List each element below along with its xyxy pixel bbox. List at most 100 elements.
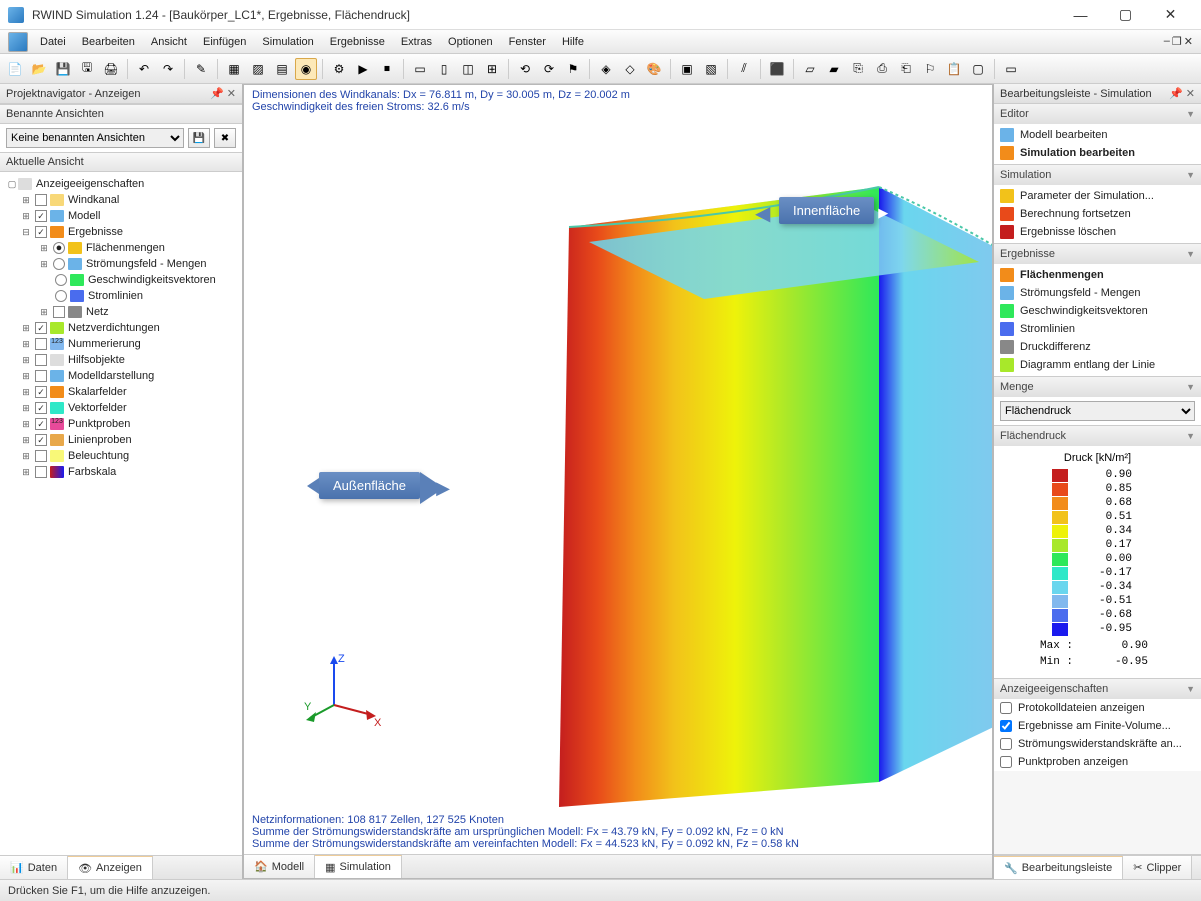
slash-icon[interactable]: ⫽ [733,58,755,80]
vp-tab-modell[interactable]: 🏠Modell [244,855,315,878]
tree-skalar[interactable]: Skalarfelder [68,386,127,398]
vp-tab-simulation[interactable]: ▦Simulation [315,855,402,878]
view-save-icon[interactable]: 💾 [188,128,210,148]
disp-punkt[interactable]: Punktproben anzeigen [994,753,1201,771]
right-pin-icon[interactable]: 📌 ✕ [1169,87,1195,100]
tree-ergebnisse[interactable]: Ergebnisse [68,226,123,238]
menu-simulation[interactable]: Simulation [254,33,321,51]
cube2-icon[interactable]: ◇ [619,58,641,80]
tree-modelld[interactable]: Modelldarstellung [68,370,154,382]
sim-param[interactable]: Parameter der Simulation... [994,187,1201,205]
minimize-button[interactable]: — [1058,0,1103,30]
tree-beleucht[interactable]: Beleuchtung [68,450,129,462]
close-button[interactable]: ✕ [1148,0,1193,30]
tree-netzv[interactable]: Netzverdichtungen [68,322,160,334]
mdi-close-icon[interactable]: ✕ [1184,35,1193,48]
disp-wider[interactable]: Strömungswiderstandskräfte an... [994,735,1201,753]
app-menu-icon[interactable] [8,32,28,52]
view1-icon[interactable]: ▭ [409,58,431,80]
erg-strom[interactable]: Stromlinien [994,320,1201,338]
open-icon[interactable]: 📂 [28,58,50,80]
gear-icon[interactable]: ⚙ [328,58,350,80]
copy2-icon[interactable]: ⎙ [871,58,893,80]
editor-sim[interactable]: Simulation bearbeiten [994,144,1201,162]
view4-icon[interactable]: ⊞ [481,58,503,80]
grid2-icon[interactable]: ▨ [247,58,269,80]
cube1-icon[interactable]: ◈ [595,58,617,80]
disp-proto[interactable]: Protokolldateien anzeigen [994,699,1201,717]
run-icon[interactable]: ▶ [352,58,374,80]
tree-flaechen[interactable]: Flächenmengen [86,242,165,254]
highlight-icon[interactable]: ◉ [295,58,317,80]
tree-modell[interactable]: Modell [68,210,100,222]
paste-icon[interactable]: 📋 [943,58,965,80]
menu-ansicht[interactable]: Ansicht [143,33,195,51]
mdi-minimize-icon[interactable]: – [1164,35,1170,48]
tree-farb[interactable]: Farbskala [68,466,116,478]
rotate-right-icon[interactable]: ⟳ [538,58,560,80]
mdi-restore-icon[interactable]: ❐ [1172,35,1182,48]
box2-icon[interactable]: ▧ [700,58,722,80]
tree-netz[interactable]: Netz [86,306,109,318]
stop-icon[interactable]: ⏹ [376,58,398,80]
menu-ergebnisse[interactable]: Ergebnisse [322,33,393,51]
grid3-icon[interactable]: ▤ [271,58,293,80]
tab-bearb[interactable]: 🔧Bearbeitungsleiste [994,856,1123,879]
brush-icon[interactable]: ✎ [190,58,212,80]
tree-nummer[interactable]: Nummerierung [68,338,141,350]
tree-stroml[interactable]: Stromlinien [88,290,143,302]
maximize-button[interactable]: ▢ [1103,0,1148,30]
view3-icon[interactable]: ◫ [457,58,479,80]
cube3-icon[interactable]: ⬛ [766,58,788,80]
tree-punkt[interactable]: Punktproben [68,418,130,430]
page-icon[interactable]: ▭ [1000,58,1022,80]
tree-geschw[interactable]: Geschwindigkeitsvektoren [88,274,216,286]
rotate-left-icon[interactable]: ⟲ [514,58,536,80]
menu-optionen[interactable]: Optionen [440,33,501,51]
tree-windkanal[interactable]: Windkanal [68,194,119,206]
tab-clipper[interactable]: ✂Clipper [1123,856,1192,879]
menu-bearbeiten[interactable]: Bearbeiten [74,33,143,51]
new-icon[interactable]: 📄 [4,58,26,80]
redo-icon[interactable]: ↷ [157,58,179,80]
window-icon[interactable]: ▢ [967,58,989,80]
flag-icon[interactable]: ⚑ [562,58,584,80]
tree-anzeige[interactable]: Anzeigeeigenschaften [36,178,144,190]
editor-modell[interactable]: Modell bearbeiten [994,126,1201,144]
view2-icon[interactable]: ▯ [433,58,455,80]
copy1-icon[interactable]: ⎘ [847,58,869,80]
undo-icon[interactable]: ↶ [133,58,155,80]
menge-select[interactable]: Flächendruck [1000,401,1195,421]
tree[interactable]: ▢Anzeigeeigenschaften ⊞Windkanal ⊞Modell… [0,172,242,855]
named-views-select[interactable]: Keine benannten Ansichten [6,128,184,148]
erg-geschw[interactable]: Geschwindigkeitsvektoren [994,302,1201,320]
saveas-icon[interactable]: 🖫 [76,58,98,80]
menu-fenster[interactable]: Fenster [501,33,554,51]
erg-diagramm[interactable]: Diagramm entlang der Linie [994,356,1201,374]
viewport[interactable]: Dimensionen des Windkanals: Dx = 76.811 … [243,84,993,879]
disp-fv[interactable]: Ergebnisse am Finite-Volume... [994,717,1201,735]
tree-vektor[interactable]: Vektorfelder [68,402,127,414]
sim-loesch[interactable]: Ergebnisse löschen [994,223,1201,241]
flag2-icon[interactable]: ⚐ [919,58,941,80]
save-icon[interactable]: 💾 [52,58,74,80]
tab-anzeigen[interactable]: 👁Anzeigen [68,856,153,879]
erg-stroem[interactable]: Strömungsfeld - Mengen [994,284,1201,302]
pin-icon[interactable]: 📌 ✕ [210,87,236,100]
tree-stroem[interactable]: Strömungsfeld - Mengen [86,258,206,270]
layer1-icon[interactable]: ▱ [799,58,821,80]
sim-fort[interactable]: Berechnung fortsetzen [994,205,1201,223]
layer2-icon[interactable]: ▰ [823,58,845,80]
box1-icon[interactable]: ▣ [676,58,698,80]
copy3-icon[interactable]: ⎗ [895,58,917,80]
erg-druckdiff[interactable]: Druckdifferenz [994,338,1201,356]
menu-extras[interactable]: Extras [393,33,440,51]
erg-flaechen[interactable]: Flächenmengen [994,266,1201,284]
vp-canvas[interactable]: ◀ Außenfläche ▶ ◀ Innenfläche ▶ Z X Y [244,117,992,810]
menu-datei[interactable]: Datei [32,33,74,51]
palette-icon[interactable]: 🎨 [643,58,665,80]
menu-einfuegen[interactable]: Einfügen [195,33,254,51]
tab-daten[interactable]: 📊Daten [0,856,68,879]
menu-hilfe[interactable]: Hilfe [554,33,592,51]
print-icon[interactable]: 🖨 [100,58,122,80]
